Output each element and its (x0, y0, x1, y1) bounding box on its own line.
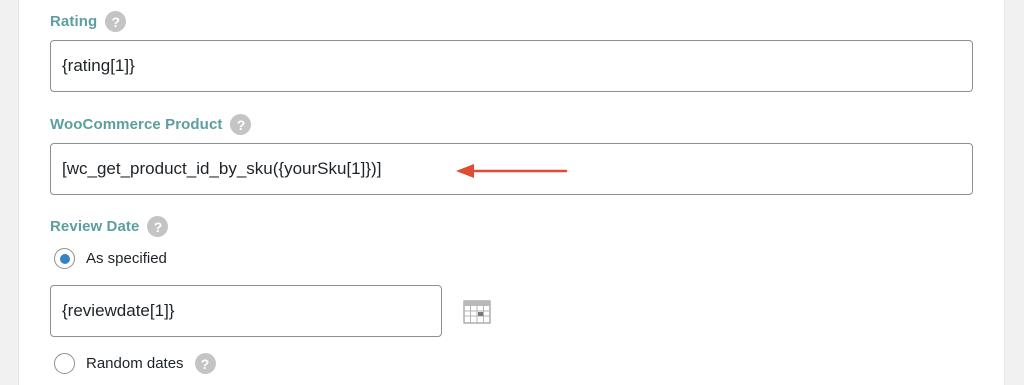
product-label: WooCommerce Product (50, 116, 223, 133)
annotation-arrow-icon (456, 164, 568, 178)
rating-label-row: Rating ? (50, 11, 127, 32)
form-panel: Rating ? {rating[1]} WooCommerce Product… (18, 0, 1005, 385)
radio-selected-dot (59, 253, 70, 264)
review-date-help-icon[interactable]: ? (147, 216, 169, 237)
radio-as-specified-button[interactable] (54, 248, 75, 269)
review-date-label-row: Review Date ? (50, 216, 169, 237)
random-dates-help-icon[interactable]: ? (194, 353, 216, 374)
product-help-icon[interactable]: ? (230, 114, 252, 135)
rating-label: Rating (50, 13, 98, 30)
product-label-row: WooCommerce Product ? (50, 114, 252, 135)
rating-input[interactable]: {rating[1]} (50, 40, 973, 92)
rating-help-icon[interactable]: ? (105, 11, 127, 32)
review-date-input[interactable]: {reviewdate[1]} (50, 285, 442, 337)
radio-as-specified-label: As specified (86, 250, 167, 267)
radio-random-dates-label: Random dates (86, 355, 184, 372)
radio-as-specified[interactable]: As specified (54, 248, 167, 269)
calendar-icon[interactable] (463, 300, 491, 324)
radio-random-dates-button[interactable] (54, 353, 75, 374)
radio-random-dates[interactable]: Random dates ? (54, 353, 216, 374)
review-date-label: Review Date (50, 218, 140, 235)
